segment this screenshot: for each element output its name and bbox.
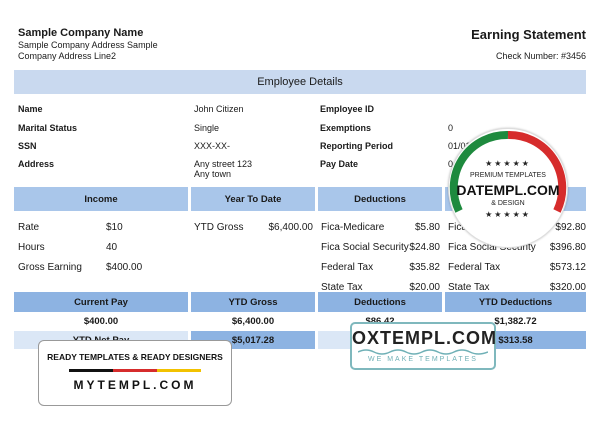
- income-value-gross: $400.00: [106, 262, 143, 273]
- oxtempl-watermark: OXTEMPL.COM WE MAKE TEMPLATES: [350, 322, 496, 370]
- ytd-gross-header: YTD Gross: [191, 292, 315, 312]
- deductions-header: Deductions: [318, 187, 442, 211]
- deduction-value-medicare: $5.80: [414, 222, 440, 233]
- value-address-line2: Any town: [194, 169, 232, 179]
- value-marital-status: Single: [194, 123, 220, 133]
- flag-stripe-icon: [69, 369, 201, 372]
- deduction-label-medicare: Fica-Medicare: [321, 222, 385, 233]
- oxtempl-tagline: WE MAKE TEMPLATES: [368, 356, 478, 363]
- deduction-value-federal: $35.82: [409, 262, 440, 273]
- company-address-2: Company Address Line2: [18, 51, 117, 61]
- income-value-rate: $10: [106, 222, 123, 233]
- ytd-deductions-summary-header: YTD Deductions: [445, 292, 586, 312]
- label-name: Name: [18, 104, 43, 114]
- badge-stars-bottom: ★★★★★: [485, 210, 531, 219]
- badge-stars-top: ★★★★★: [485, 159, 531, 168]
- deduction-value-social-security: $24.80: [409, 242, 440, 253]
- label-reporting-period: Reporting Period: [320, 141, 394, 151]
- datempl-badge: ★★★★★ PREMIUM TEMPLATES DATEMPL.COM & DE…: [448, 128, 568, 248]
- current-pay-value: $400.00: [83, 315, 119, 327]
- employee-details-header: Employee Details: [14, 70, 586, 94]
- ytd-value-gross: $6,400.00: [268, 222, 314, 233]
- value-address-line1: Any street 123: [194, 159, 253, 169]
- badge-line1: PREMIUM TEMPLATES: [470, 172, 546, 179]
- income-label-gross: Gross Earning: [18, 262, 82, 273]
- label-marital-status: Marital Status: [18, 123, 78, 133]
- badge-line3: & DESIGN: [491, 200, 525, 207]
- mytempl-watermark: READY TEMPLATES & READY DESIGNERS MYTEMP…: [38, 340, 232, 406]
- value-ssn: XXX-XX-: [194, 141, 231, 151]
- ytd-deduction-label-federal: Federal Tax: [448, 262, 501, 273]
- wave-icon: [358, 349, 488, 355]
- income-label-hours: Hours: [18, 242, 45, 253]
- label-exemptions: Exemptions: [320, 123, 372, 133]
- mytempl-line1: READY TEMPLATES & READY DESIGNERS: [47, 352, 223, 362]
- label-address: Address: [18, 159, 55, 169]
- ytd-label-gross: YTD Gross: [194, 222, 244, 233]
- deduction-label-federal: Federal Tax: [321, 262, 374, 273]
- value-name: John Citizen: [194, 104, 244, 114]
- summary-deductions-header: Deductions: [318, 292, 442, 312]
- label-ssn: SSN: [18, 141, 37, 151]
- ytd-gross-value: $6,400.00: [231, 315, 275, 327]
- oxtempl-brand: OXTEMPL.COM: [352, 328, 497, 348]
- company-name: Sample Company Name: [18, 27, 144, 39]
- income-label-rate: Rate: [18, 222, 40, 233]
- current-pay-header: Current Pay: [14, 292, 188, 312]
- ytd-header: Year To Date: [191, 187, 315, 211]
- check-number: Check Number: #3456: [495, 51, 586, 61]
- company-address-1: Sample Company Address Sample: [18, 40, 158, 50]
- statement-title: Earning Statement: [471, 27, 586, 42]
- mytempl-brand: MYTEMPL.COM: [73, 378, 197, 392]
- income-header: Income: [14, 187, 188, 211]
- income-value-hours: 40: [106, 242, 118, 253]
- label-employee-id: Employee ID: [320, 104, 375, 114]
- label-pay-date: Pay Date: [320, 159, 359, 169]
- badge-brand: DATEMPL.COM: [456, 182, 560, 198]
- ytd-deduction-value-federal: $573.12: [549, 262, 586, 273]
